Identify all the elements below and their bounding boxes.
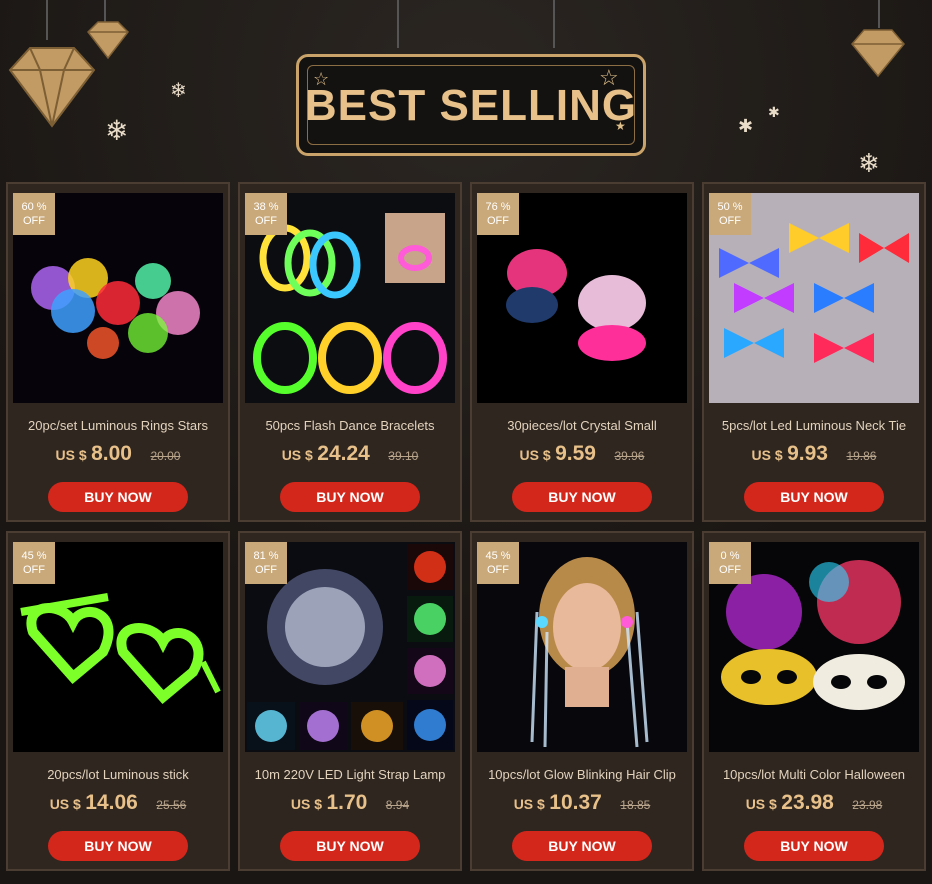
currency-label: US $ xyxy=(290,796,322,812)
product-title[interactable]: 10pcs/lot Multi Color Halloween xyxy=(704,767,924,782)
snowflake-icon: ❄ xyxy=(105,115,129,146)
product-card[interactable]: 38 % OFF 50pcs Flash Dance Bracelets US $… xyxy=(238,182,462,522)
header: ❄ ❄ ✱ ✱ ❄ ☆ ☆ ★ BEST SELLING xyxy=(0,0,932,180)
product-card[interactable]: 45 % OFF 10pcs/lot Glow Blinking Hair Cli… xyxy=(470,531,694,871)
product-card[interactable]: 45 % OFF 20pcs/lot Luminous stick US $ 14… xyxy=(6,531,230,871)
hanging-chain xyxy=(878,0,880,28)
product-card[interactable]: 81 % OFF 10m 220V LED Light Strap Lamp US… xyxy=(238,531,462,871)
original-price: 20.00 xyxy=(150,449,181,463)
sale-price: 8.00 xyxy=(91,442,132,465)
product-title[interactable]: 10pcs/lot Glow Blinking Hair Clip xyxy=(472,767,692,782)
sale-price: 9.93 xyxy=(787,442,828,465)
original-price: 18.85 xyxy=(620,798,651,812)
currency-label: US $ xyxy=(751,447,783,463)
currency-label: US $ xyxy=(745,796,777,812)
product-card[interactable]: 76 % OFF 30pieces/lot Crystal Small US $ … xyxy=(470,182,694,522)
product-card[interactable]: 50 % OFF 5pcs/lot Led Luminous Neck Tie U… xyxy=(702,182,926,522)
discount-badge: 45 % OFF xyxy=(477,542,519,584)
original-price: 19.86 xyxy=(846,449,877,463)
buy-now-button[interactable]: BUY NOW xyxy=(744,831,884,861)
price-row: US $ 8.00 20.00 xyxy=(8,442,228,466)
best-selling-banner: ☆ ☆ ★ BEST SELLING xyxy=(296,54,646,156)
sale-price: 23.98 xyxy=(781,791,834,814)
price-row: US $ 23.98 23.98 xyxy=(704,791,924,815)
price-row: US $ 24.24 39.10 xyxy=(240,442,460,466)
buy-now-button[interactable]: BUY NOW xyxy=(48,831,188,861)
discount-badge: 81 % OFF xyxy=(245,542,287,584)
snowflake-icon: ❄ xyxy=(170,80,187,102)
buy-now-button[interactable]: BUY NOW xyxy=(48,482,188,512)
currency-label: US $ xyxy=(55,447,87,463)
diamond-ornament-icon xyxy=(851,29,905,78)
snowflake-icon: ✱ xyxy=(768,104,780,120)
original-price: 23.98 xyxy=(852,798,883,812)
discount-badge: 45 % OFF xyxy=(13,542,55,584)
currency-label: US $ xyxy=(513,796,545,812)
hanging-chain xyxy=(46,0,48,40)
snowflake-icon: ❄ xyxy=(858,148,880,178)
currency-label: US $ xyxy=(281,447,313,463)
product-photo[interactable]: 81 % OFF xyxy=(245,542,455,752)
discount-badge: 50 % OFF xyxy=(709,193,751,235)
buy-now-button[interactable]: BUY NOW xyxy=(280,831,420,861)
original-price: 25.56 xyxy=(156,798,187,812)
product-photo[interactable]: 50 % OFF xyxy=(709,193,919,403)
original-price: 39.96 xyxy=(614,449,645,463)
original-price: 39.10 xyxy=(388,449,419,463)
product-title[interactable]: 5pcs/lot Led Luminous Neck Tie xyxy=(704,418,924,433)
buy-now-button[interactable]: BUY NOW xyxy=(744,482,884,512)
discount-badge: 38 % OFF xyxy=(245,193,287,235)
price-row: US $ 9.59 39.96 xyxy=(472,442,692,466)
product-photo[interactable]: 45 % OFF xyxy=(13,542,223,752)
price-row: US $ 9.93 19.86 xyxy=(704,442,924,466)
discount-badge: 0 % OFF xyxy=(709,542,751,584)
currency-label: US $ xyxy=(49,796,81,812)
snowflake-icon: ✱ xyxy=(738,116,754,136)
banner-title: BEST SELLING xyxy=(304,81,638,130)
product-card[interactable]: 0 % OFF 10pcs/lot Multi Color Halloween U… xyxy=(702,531,926,871)
discount-badge: 76 % OFF xyxy=(477,193,519,235)
currency-label: US $ xyxy=(519,447,551,463)
diamond-ornament-icon xyxy=(87,21,129,60)
sale-price: 9.59 xyxy=(555,442,596,465)
buy-now-button[interactable]: BUY NOW xyxy=(512,482,652,512)
product-card[interactable]: 60 % OFF 20pc/set Luminous Rings Stars US… xyxy=(6,182,230,522)
original-price: 8.94 xyxy=(385,798,410,812)
sale-price: 1.70 xyxy=(326,791,368,814)
price-row: US $ 10.37 18.85 xyxy=(472,791,692,815)
price-row: US $ 14.06 25.56 xyxy=(8,791,228,815)
product-photo[interactable]: 60 % OFF xyxy=(13,193,223,403)
product-title[interactable]: 20pc/set Luminous Rings Stars xyxy=(8,418,228,433)
buy-now-button[interactable]: BUY NOW xyxy=(512,831,652,861)
product-title[interactable]: 50pcs Flash Dance Bracelets xyxy=(240,418,460,433)
product-title[interactable]: 30pieces/lot Crystal Small xyxy=(472,418,692,433)
sale-price: 24.24 xyxy=(317,442,370,465)
discount-badge: 60 % OFF xyxy=(13,193,55,235)
sale-price: 10.37 xyxy=(549,791,602,814)
product-title[interactable]: 10m 220V LED Light Strap Lamp xyxy=(240,767,460,782)
product-photo[interactable]: 0 % OFF xyxy=(709,542,919,752)
product-photo[interactable]: 45 % OFF xyxy=(477,542,687,752)
price-row: US $ 1.70 8.94 xyxy=(240,791,460,815)
product-photo[interactable]: 38 % OFF xyxy=(245,193,455,403)
product-photo[interactable]: 76 % OFF xyxy=(477,193,687,403)
buy-now-button[interactable]: BUY NOW xyxy=(280,482,420,512)
hanging-chain xyxy=(553,0,555,48)
hanging-chain xyxy=(397,0,399,48)
product-title[interactable]: 20pcs/lot Luminous stick xyxy=(8,767,228,782)
sale-price: 14.06 xyxy=(85,791,138,814)
